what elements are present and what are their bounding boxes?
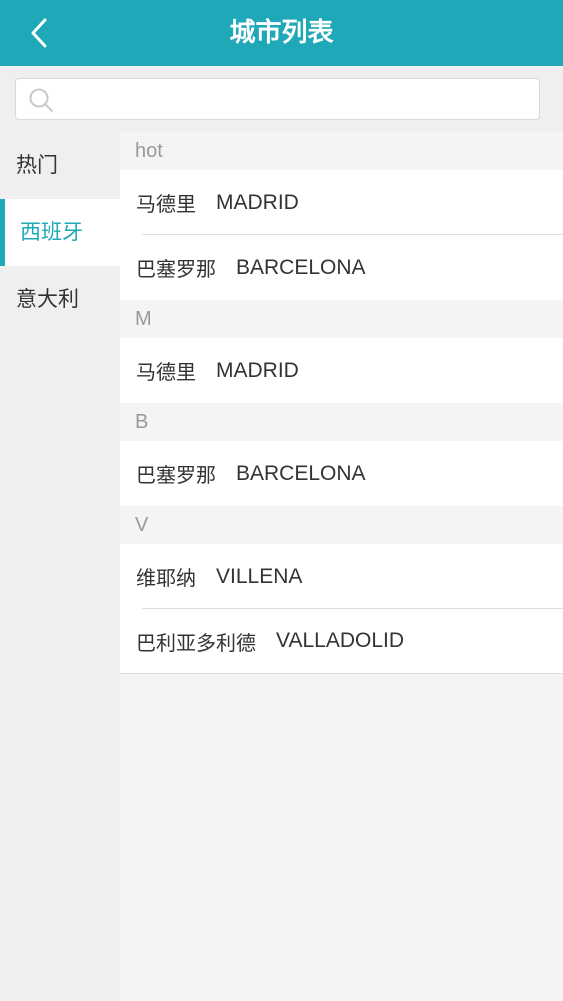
header-bar: 城市列表 (0, 0, 563, 66)
city-name-zh: 巴利亚多利德 (136, 630, 256, 655)
city-name-zh: 马德里 (136, 192, 196, 216)
city-name-zh: 巴塞罗那 (136, 257, 216, 281)
search-box[interactable] (15, 78, 540, 120)
city-name-en: BARCELONA (236, 461, 366, 485)
section-header-v: V (120, 506, 563, 544)
sidebar-item-spain[interactable]: 西班牙 (0, 199, 120, 266)
city-name-en: VALLADOLID (276, 629, 404, 652)
city-list: hot 马德里 MADRID 巴塞罗那 BARCELONA M 马德里 MADR… (120, 132, 563, 1001)
page-title: 城市列表 (229, 18, 334, 48)
city-row[interactable]: 巴利亚多利德 VALLADOLID (120, 609, 563, 674)
city-name-zh: 巴塞罗那 (136, 463, 216, 487)
section-header-hot: hot (120, 132, 563, 170)
city-name-en: MADRID (216, 358, 299, 382)
city-row[interactable]: 维耶纳 VILLENA (120, 544, 563, 609)
country-sidebar: 热门 西班牙 意大利 (0, 132, 120, 1001)
city-row[interactable]: 马德里 MADRID (120, 338, 563, 403)
search-input[interactable] (66, 79, 536, 119)
city-name-zh: 马德里 (136, 360, 196, 384)
city-row[interactable]: 马德里 MADRID (120, 170, 563, 235)
search-bar (0, 66, 563, 132)
city-name-zh: 维耶纳 (136, 566, 196, 590)
city-row[interactable]: 巴塞罗那 BARCELONA (120, 235, 563, 300)
city-list-page: 城市列表 热门 西班牙 意大利 hot 马德里 MADRID 巴塞罗那 BARC… (0, 0, 563, 1001)
city-row[interactable]: 巴塞罗那 BARCELONA (120, 441, 563, 506)
section-header-b: B (120, 403, 563, 441)
sidebar-item-italy[interactable]: 意大利 (0, 266, 120, 333)
city-name-en: VILLENA (216, 564, 303, 588)
city-name-en: MADRID (216, 190, 299, 214)
sidebar-item-hot[interactable]: 热门 (0, 132, 120, 199)
search-icon (29, 88, 53, 112)
section-header-m: M (120, 300, 563, 338)
city-name-en: BARCELONA (236, 255, 366, 279)
